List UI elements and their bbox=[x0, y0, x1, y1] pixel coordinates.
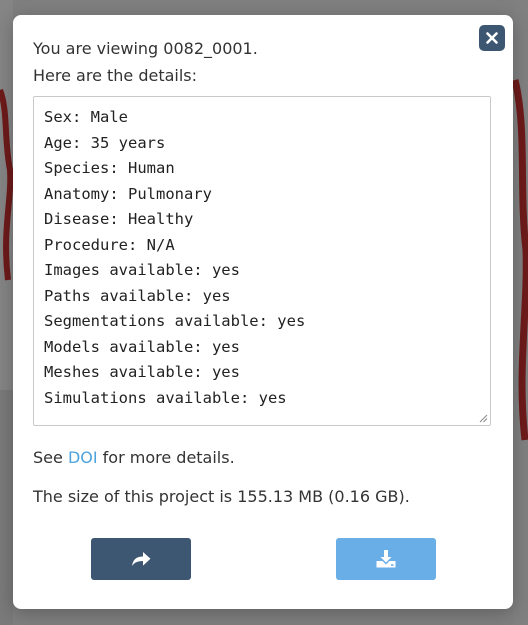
detail-line-models: Models available: yes bbox=[44, 337, 240, 356]
doi-suffix: for more details. bbox=[97, 448, 235, 467]
detail-line-age: Age: 35 years bbox=[44, 133, 166, 152]
detail-line-images: Images available: yes bbox=[44, 261, 240, 279]
detail-line-procedure: Procedure: N/A bbox=[44, 235, 175, 254]
detail-line-meshes: Meshes available: yes bbox=[44, 363, 240, 381]
download-button[interactable] bbox=[336, 538, 436, 580]
detail-line-anatomy: Anatomy: Pulmonary bbox=[44, 184, 212, 203]
share-arrow-icon bbox=[132, 552, 151, 566]
resize-grip-icon[interactable] bbox=[478, 413, 488, 423]
detail-line-paths: Paths available: yes bbox=[44, 286, 231, 305]
close-button[interactable] bbox=[479, 25, 505, 51]
detail-line-disease: Disease: Healthy bbox=[44, 210, 194, 228]
download-icon bbox=[376, 550, 396, 568]
detail-line-simulations: Simulations available: yes bbox=[44, 388, 287, 407]
share-button[interactable] bbox=[91, 538, 191, 580]
detail-line-sex: Sex: Male bbox=[44, 108, 128, 126]
details-heading: Here are the details: bbox=[33, 66, 198, 85]
doi-line: See DOI for more details. bbox=[33, 448, 235, 467]
background-anatomy-image-left bbox=[0, 88, 13, 281]
close-icon bbox=[486, 32, 498, 44]
detail-line-segmentations: Segmentations available: yes bbox=[44, 312, 306, 330]
project-size-text: The size of this project is 155.13 MB (0… bbox=[33, 487, 410, 506]
detail-line-species: Species: Human bbox=[44, 159, 175, 177]
background-card-bottom bbox=[0, 390, 13, 625]
viewing-text: You are viewing 0082_0001. bbox=[33, 39, 258, 58]
doi-link[interactable]: DOI bbox=[68, 448, 98, 467]
details-textarea[interactable]: Sex: Male Age: 35 years Species: Human A… bbox=[33, 96, 491, 426]
background-anatomy-image-right bbox=[513, 79, 528, 441]
modal-intro: You are viewing 0082_0001. Here are the … bbox=[33, 35, 453, 89]
doi-prefix: See bbox=[33, 448, 68, 467]
